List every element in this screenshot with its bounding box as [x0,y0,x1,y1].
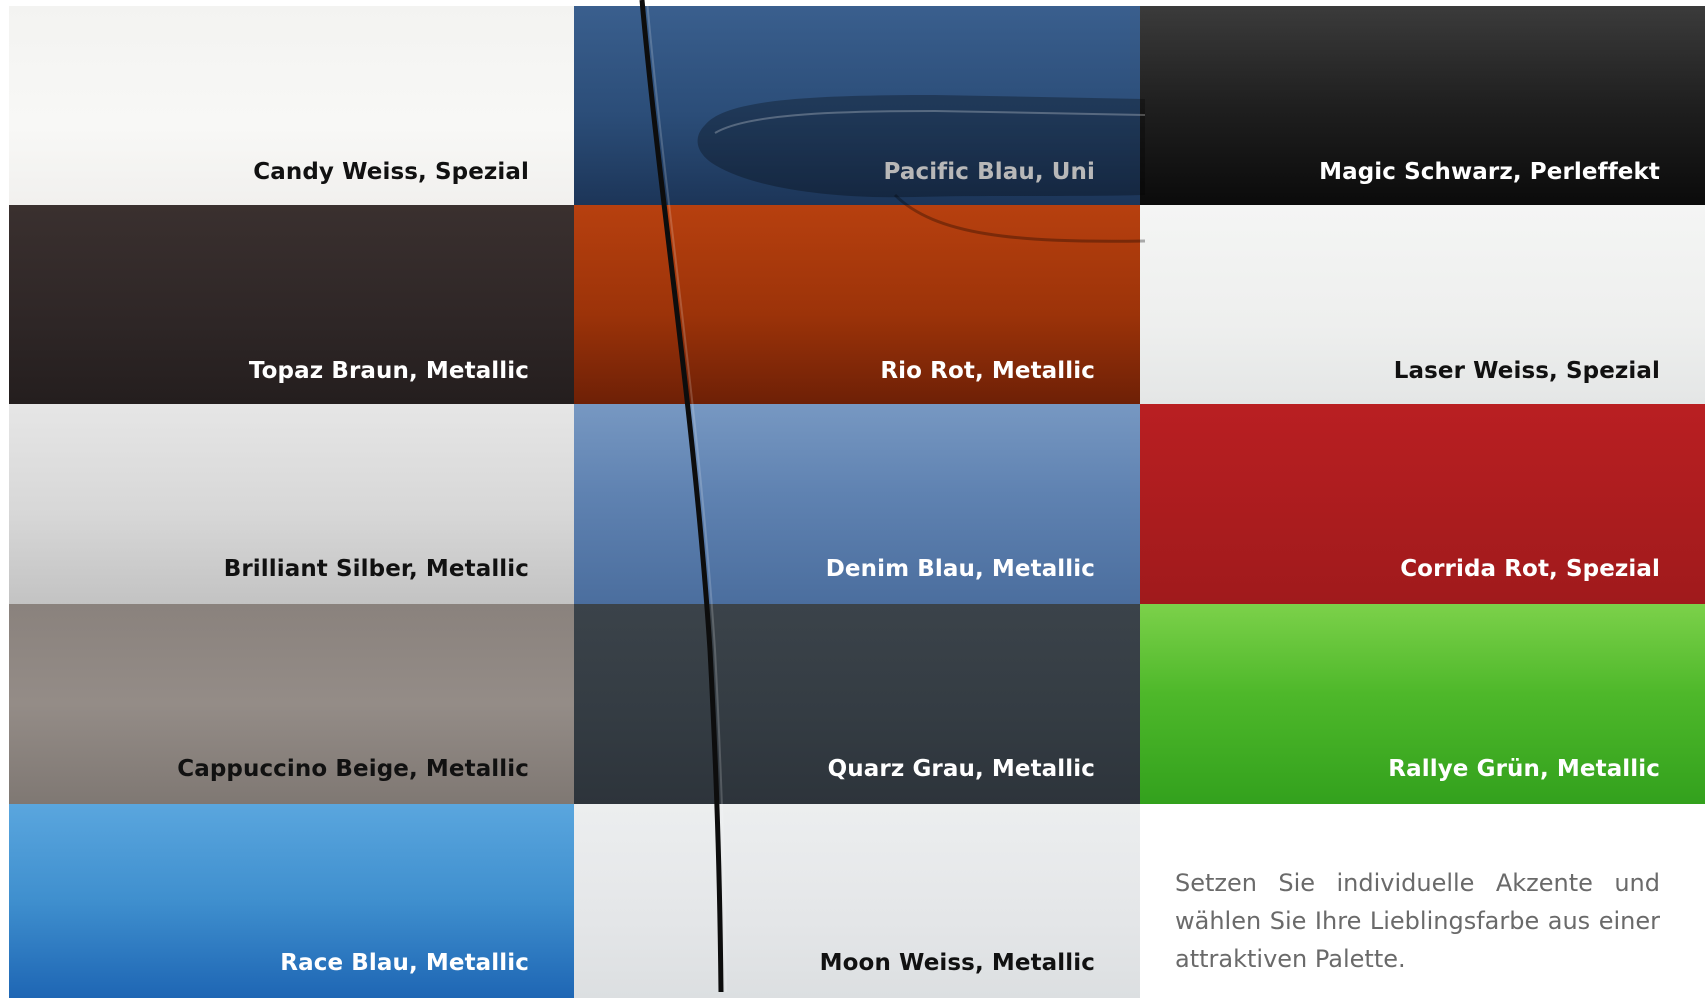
swatch-topaz-braun: Topaz Braun, Metallic [9,205,574,404]
swatch-label: Candy Weiss, Spezial [253,159,529,185]
swatch-label: Cappuccino Beige, Metallic [177,756,529,782]
swatch-quarz-grau: Quarz Grau, Metallic [574,604,1140,804]
swatch-rio-rot: Rio Rot, Metallic [574,205,1140,404]
swatch-label: Quarz Grau, Metallic [827,756,1095,782]
swatch-moon-weiss: Moon Weiss, Metallic [574,804,1140,998]
swatch-candy-weiss: Candy Weiss, Spezial [9,6,574,205]
swatch-laser-weiss: Laser Weiss, Spezial [1140,205,1705,404]
swatch-corrida-rot: Corrida Rot, Spezial [1140,404,1705,604]
swatch-brilliant-silber: Brilliant Silber, Metallic [9,404,574,604]
color-palette-grid: Candy Weiss, Spezial Pacific Blau, Uni M… [9,6,1705,998]
swatch-cappuccino-beige: Cappuccino Beige, Metallic [9,604,574,804]
swatch-label: Race Blau, Metallic [280,950,529,976]
swatch-label: Corrida Rot, Spezial [1400,556,1660,582]
swatch-label: Denim Blau, Metallic [825,556,1095,582]
tagline-text: Setzen Sie individuelle Akzente und wähl… [1175,869,1660,973]
swatch-label: Rallye Grün, Metallic [1388,756,1660,782]
swatch-rallye-gruen: Rallye Grün, Metallic [1140,604,1705,804]
swatch-label: Brilliant Silber, Metallic [223,556,529,582]
swatch-label: Moon Weiss, Metallic [819,950,1095,976]
swatch-denim-blau: Denim Blau, Metallic [574,404,1140,604]
swatch-race-blau: Race Blau, Metallic [9,804,574,998]
swatch-magic-schwarz: Magic Schwarz, Perleffekt [1140,6,1705,205]
swatch-label: Rio Rot, Metallic [880,358,1095,384]
swatch-label: Laser Weiss, Spezial [1393,358,1660,384]
swatch-label: Pacific Blau, Uni [883,159,1095,185]
swatch-pacific-blau: Pacific Blau, Uni [574,6,1140,205]
swatch-label: Topaz Braun, Metallic [248,358,529,384]
swatch-label: Magic Schwarz, Perleffekt [1319,159,1660,185]
